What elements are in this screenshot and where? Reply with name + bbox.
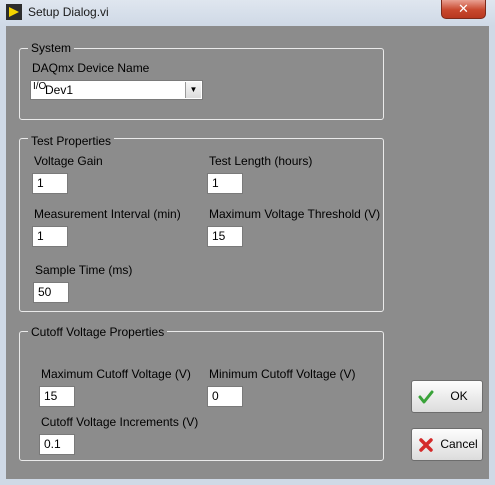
max-voltage-threshold-input[interactable]: 15 bbox=[207, 226, 243, 247]
chevron-down-icon[interactable]: ▼ bbox=[185, 82, 201, 98]
window-title: Setup Dialog.vi bbox=[28, 5, 109, 19]
title-bar: Setup Dialog.vi ✕ bbox=[0, 0, 495, 27]
close-icon: ✕ bbox=[458, 1, 469, 16]
test-properties-group-title: Test Properties bbox=[28, 134, 115, 148]
cutoff-voltage-increments-input[interactable]: 0.1 bbox=[39, 434, 75, 455]
device-name-value: Dev1 bbox=[45, 83, 74, 97]
voltage-gain-label: Voltage Gain bbox=[34, 154, 103, 168]
ok-button[interactable]: OK bbox=[411, 380, 483, 413]
test-length-label: Test Length (hours) bbox=[209, 154, 313, 168]
measurement-interval-label: Measurement Interval (min) bbox=[34, 207, 181, 221]
device-name-label: DAQmx Device Name bbox=[32, 61, 150, 75]
max-cutoff-voltage-label: Maximum Cutoff Voltage (V) bbox=[41, 367, 191, 381]
sample-time-input[interactable]: 50 bbox=[33, 282, 69, 303]
ok-button-label: OK bbox=[450, 389, 468, 403]
close-button[interactable]: ✕ bbox=[441, 0, 486, 19]
dialog-panel: System DAQmx Device Name I/O Dev1 ▼ Test… bbox=[6, 26, 489, 479]
test-length-input[interactable]: 1 bbox=[207, 173, 243, 194]
device-name-dropdown[interactable]: I/O Dev1 ▼ bbox=[30, 80, 203, 100]
window-frame-bottom bbox=[0, 479, 495, 485]
min-cutoff-voltage-input[interactable]: 0 bbox=[207, 386, 243, 407]
red-x-icon bbox=[419, 438, 433, 452]
cancel-button[interactable]: Cancel bbox=[411, 428, 483, 461]
checkmark-icon bbox=[418, 390, 434, 404]
window-frame-right bbox=[489, 26, 495, 485]
cutoff-voltage-increments-label: Cutoff Voltage Increments (V) bbox=[41, 415, 199, 429]
max-cutoff-voltage-input[interactable]: 15 bbox=[39, 386, 75, 407]
cutoff-voltage-group-title: Cutoff Voltage Properties bbox=[28, 325, 168, 339]
cancel-button-label: Cancel bbox=[440, 437, 478, 451]
voltage-gain-input[interactable]: 1 bbox=[32, 173, 68, 194]
max-voltage-threshold-label: Maximum Voltage Threshold (V) bbox=[209, 207, 381, 221]
min-cutoff-voltage-label: Minimum Cutoff Voltage (V) bbox=[209, 367, 356, 381]
system-group-title: System bbox=[28, 41, 75, 55]
measurement-interval-input[interactable]: 1 bbox=[32, 226, 68, 247]
labview-vi-icon bbox=[6, 4, 22, 20]
sample-time-label: Sample Time (ms) bbox=[35, 263, 133, 277]
